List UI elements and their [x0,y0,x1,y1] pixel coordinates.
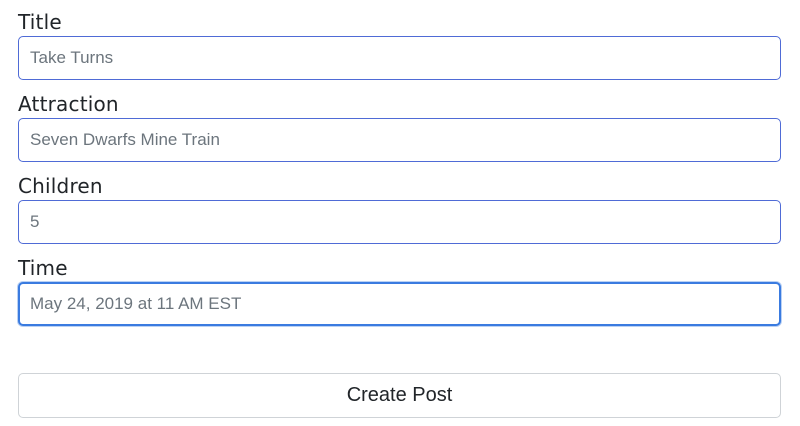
attraction-label: Attraction [18,92,119,116]
title-field-group: Title [18,0,781,82]
title-label: Title [18,10,62,34]
time-field-group: Time [18,246,781,328]
create-post-button[interactable]: Create Post [18,373,781,418]
time-input[interactable] [18,282,781,326]
create-post-form: Title Attraction Children Time [18,0,781,328]
children-label: Children [18,174,103,198]
title-input[interactable] [18,36,781,80]
attraction-input[interactable] [18,118,781,162]
attraction-field-group: Attraction [18,82,781,164]
children-input[interactable] [18,200,781,244]
time-label: Time [18,256,68,280]
children-field-group: Children [18,164,781,246]
